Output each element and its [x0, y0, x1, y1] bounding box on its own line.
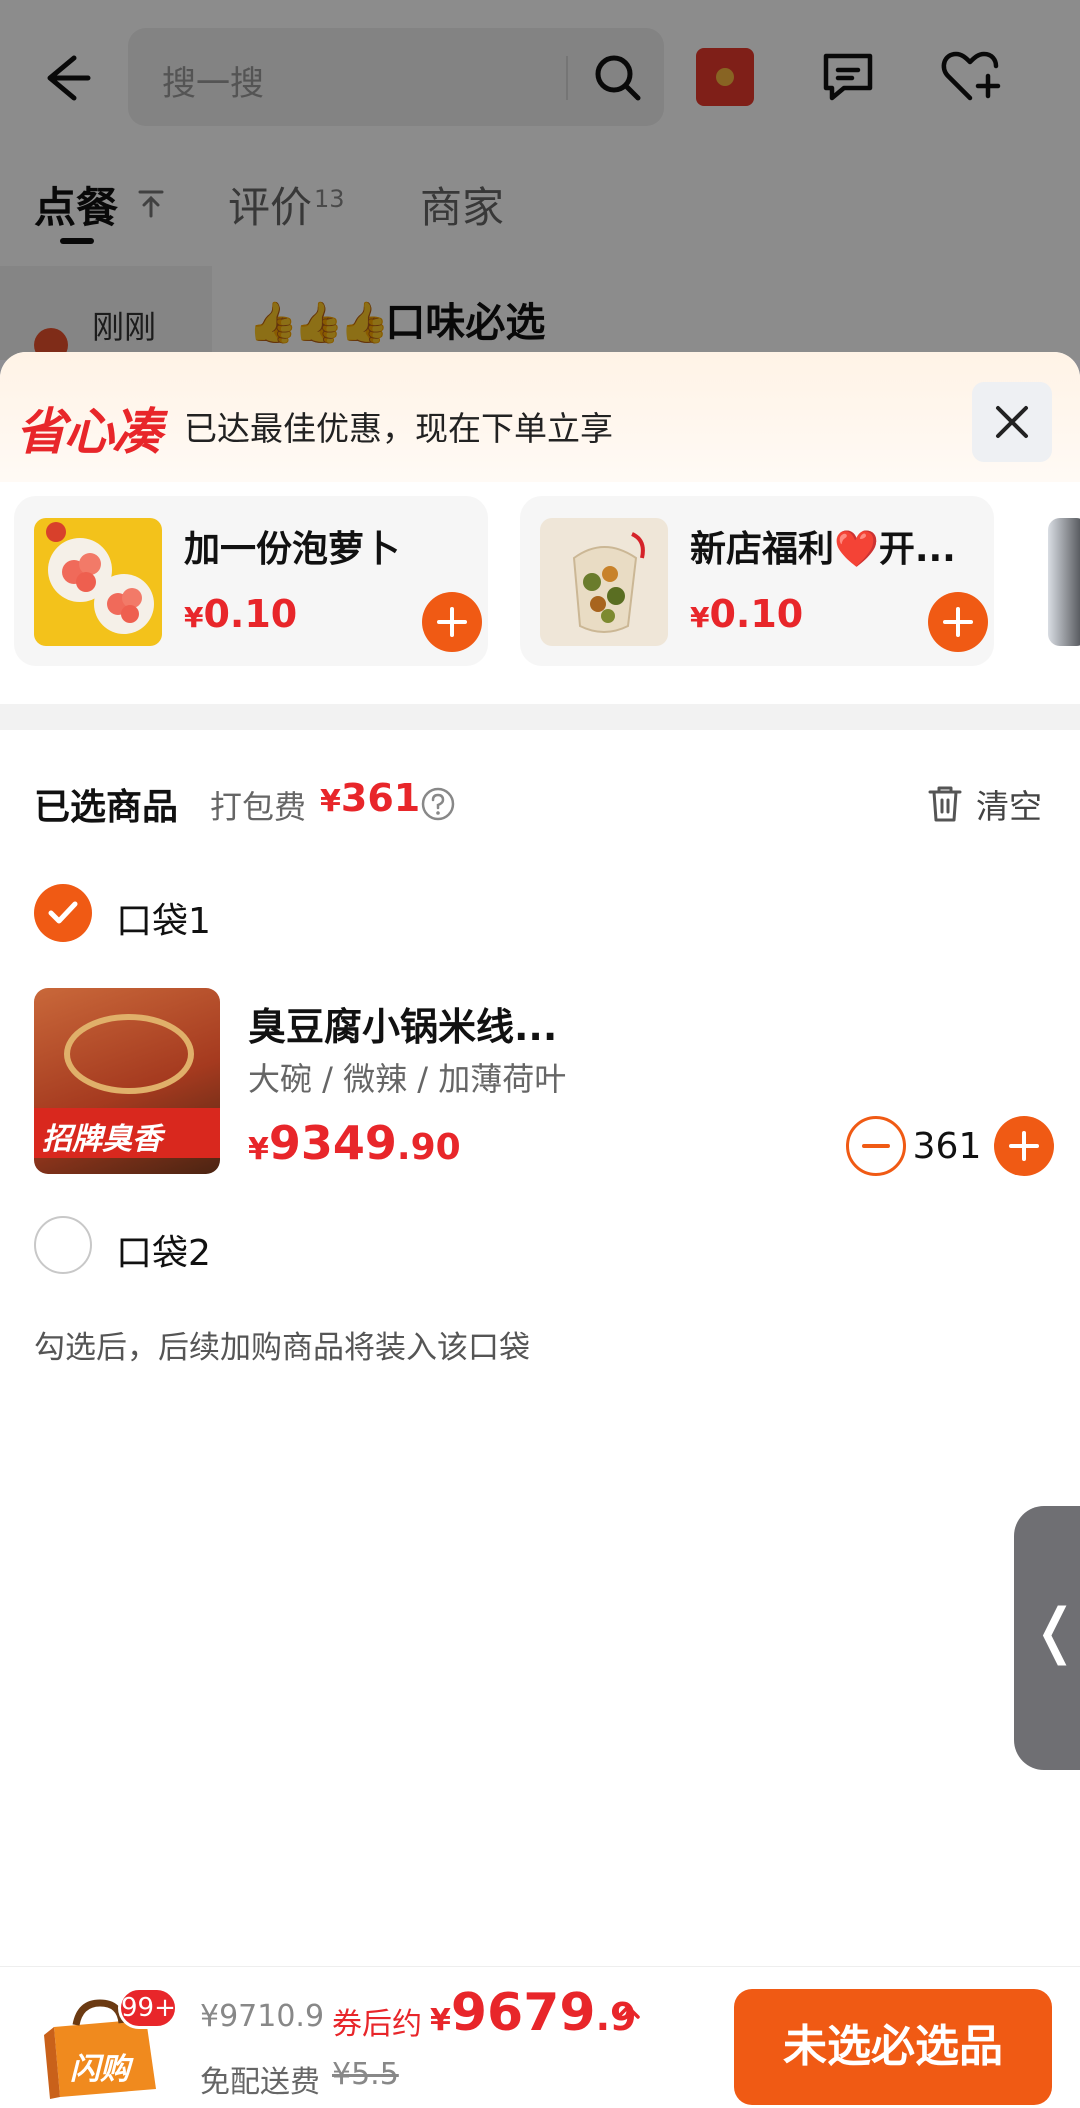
- addon-image-pickled-radish: [34, 518, 162, 646]
- addon-name: 新店福利❤️开...: [690, 529, 956, 570]
- delivery-fee-original: ¥5.5: [332, 2057, 399, 2092]
- addon-price-value: 0.10: [709, 592, 804, 636]
- checkout-bar: 闪购 99+ ¥9710.9 券后约 ¥9679.9 免配送费 ¥5.5 未选必…: [0, 1966, 1080, 2108]
- chevron-left-icon: ❬: [1030, 1596, 1080, 1666]
- addon-card-partial[interactable]: [1048, 518, 1080, 646]
- add-addon-button[interactable]: [422, 592, 482, 652]
- cart-item: 招牌臭香 臭豆腐小锅米线... 大碗 / 微辣 / 加薄荷叶 ¥9349.90 …: [0, 988, 1080, 1178]
- bag-1-label: 口袋1: [116, 901, 211, 942]
- pickled-radish-image: [46, 522, 154, 634]
- add-addon-button[interactable]: [928, 592, 988, 652]
- side-drawer-handle[interactable]: ❬: [1014, 1506, 1080, 1770]
- addon-name: 加一份泡萝卜: [184, 529, 401, 570]
- bag-2-label: 口袋2: [116, 1233, 211, 1274]
- close-icon: [996, 406, 1028, 438]
- packing-fee-amount: 361: [340, 776, 421, 820]
- section-divider: [0, 704, 1080, 730]
- item-image-pot: [64, 1014, 194, 1094]
- addon-price-currency: ¥: [184, 601, 204, 634]
- final-price-int: 9679: [450, 1983, 596, 2043]
- bag-icon-label: 闪购: [70, 2052, 134, 2087]
- cart-sheet: 省心凑 已达最佳优惠，现在下单立享 加一份泡萝卜 ¥0.10 新店福利❤️开..…: [0, 352, 1080, 2108]
- addon-price-currency: ¥: [690, 601, 710, 634]
- original-total: ¥9710.9: [200, 1999, 325, 2034]
- help-icon[interactable]: [420, 786, 456, 822]
- checkmark-icon: [48, 901, 78, 924]
- addon-price: ¥0.10: [690, 592, 803, 636]
- bag-2-row[interactable]: 口袋2: [0, 1216, 1080, 1276]
- promo-header: 省心凑 已达最佳优惠，现在下单立享: [0, 352, 1080, 482]
- promo-logo: 省心凑: [16, 403, 162, 461]
- item-quantity: 361: [912, 1126, 982, 1167]
- delivery-fee-label: 免配送费: [200, 2065, 320, 2100]
- after-coupon-label: 券后约: [332, 2007, 422, 2042]
- item-image-banner-text: 招牌臭香: [42, 1122, 162, 1157]
- addon-price: ¥0.10: [184, 592, 297, 636]
- addon-card[interactable]: 新店福利❤️开... ¥0.10: [520, 496, 994, 666]
- packing-fee-label: 打包费: [210, 788, 307, 826]
- promo-text: 已达最佳优惠，现在下单立享: [184, 409, 613, 448]
- item-price-int: 9349: [268, 1116, 397, 1170]
- addon-price-value: 0.10: [203, 592, 298, 636]
- item-name[interactable]: 臭豆腐小锅米线...: [248, 996, 557, 1051]
- bag-hint: 勾选后，后续加购商品将装入该口袋: [34, 1330, 530, 1366]
- new-store-gift-image: [572, 532, 645, 633]
- item-price: ¥9349.90: [248, 1116, 461, 1170]
- addon-card[interactable]: 加一份泡萝卜 ¥0.10: [14, 496, 488, 666]
- item-price-currency: ¥: [248, 1132, 269, 1167]
- final-price-currency: ¥: [430, 2003, 451, 2038]
- increase-quantity-button[interactable]: [994, 1116, 1054, 1176]
- packing-fee-value: ¥361: [320, 776, 420, 820]
- cart-title: 已选商品: [34, 787, 179, 828]
- cart-header: 已选商品 打包费 ¥361 清空: [0, 772, 1080, 842]
- item-image: 招牌臭香: [34, 988, 220, 1174]
- item-spec[interactable]: 大碗 / 微辣 / 加薄荷叶: [248, 1054, 566, 1100]
- addon-image-new-store-gift: [540, 518, 668, 646]
- decrease-quantity-button[interactable]: [846, 1116, 906, 1176]
- item-price-dec: .90: [396, 1127, 461, 1168]
- item-image-banner: 招牌臭香: [34, 1108, 220, 1158]
- close-button[interactable]: [972, 382, 1052, 462]
- bag-2-checkbox[interactable]: [34, 1216, 92, 1274]
- cart-count-badge: 99+: [118, 1987, 178, 2029]
- bag-1-checkbox[interactable]: [34, 884, 92, 942]
- checkout-button[interactable]: 未选必选品: [734, 1989, 1052, 2105]
- trash-icon[interactable]: [926, 784, 964, 824]
- chevron-up-icon[interactable]: [614, 2001, 642, 2023]
- addon-list: 加一份泡萝卜 ¥0.10 新店福利❤️开... ¥0.10: [0, 496, 1080, 666]
- modal-overlay[interactable]: [0, 0, 1080, 360]
- packing-fee-currency: ¥: [320, 784, 341, 819]
- final-price[interactable]: ¥9679.9: [430, 1983, 637, 2043]
- bag-1-row[interactable]: 口袋1: [0, 884, 1080, 944]
- clear-cart-button[interactable]: 清空: [976, 780, 1042, 828]
